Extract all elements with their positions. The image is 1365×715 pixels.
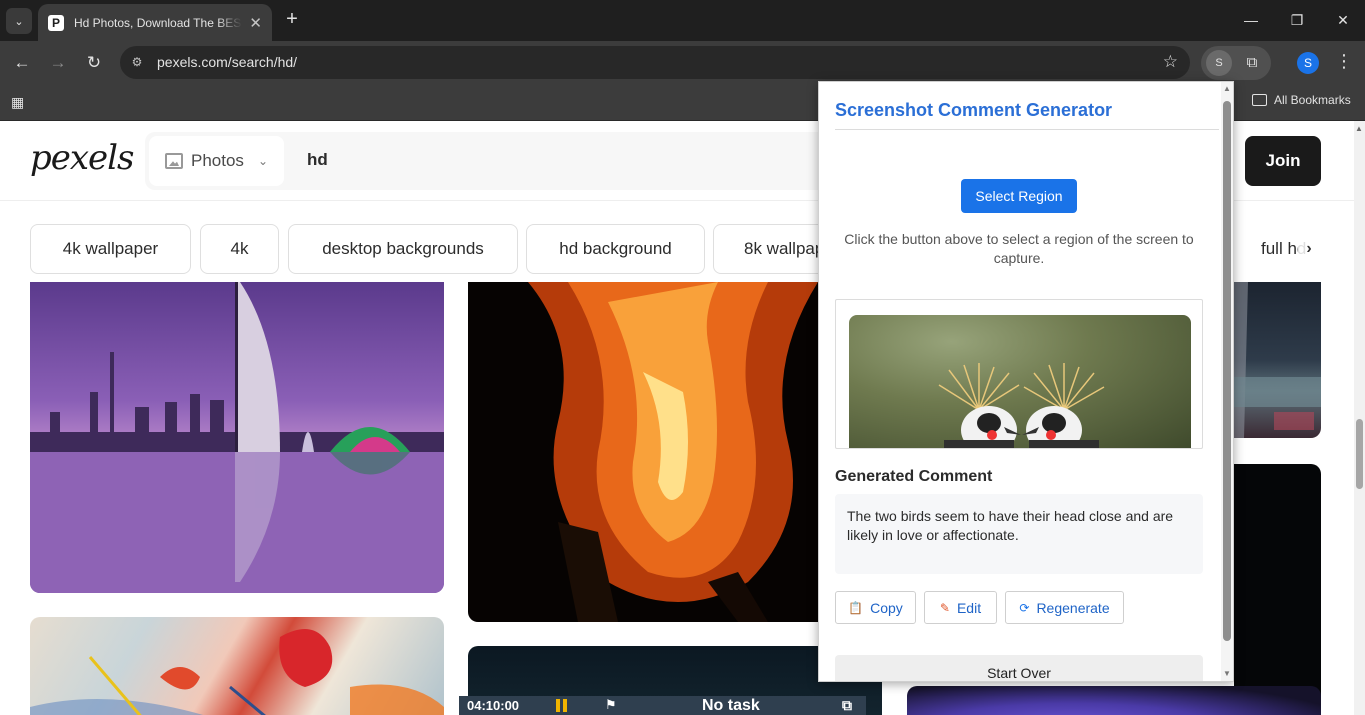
- popup-scrollbar-thumb[interactable]: [1223, 101, 1231, 641]
- divider: [835, 129, 1219, 130]
- bookmark-star-icon[interactable]: ☆: [1163, 52, 1178, 72]
- captured-image-crowned-cranes: [849, 315, 1191, 448]
- pause-icon[interactable]: [556, 699, 568, 712]
- tab-strip: ⌄ P Hd Photos, Download The BEST Free Hd…: [0, 0, 1365, 41]
- photo-space[interactable]: [1234, 464, 1321, 715]
- minimize-icon[interactable]: —: [1239, 8, 1263, 32]
- capture-preview: [835, 299, 1203, 449]
- pexels-logo[interactable]: pexels: [30, 138, 135, 178]
- active-tab[interactable]: P Hd Photos, Download The BEST Free Hd S…: [38, 4, 272, 41]
- search-bar: Photos ⌄ hd: [145, 132, 845, 190]
- scroll-up-icon[interactable]: ▲: [1223, 84, 1231, 93]
- menu-kebab-icon[interactable]: ⋮: [1335, 51, 1353, 72]
- address-bar[interactable]: ⚙ pexels.com/search/hd/ ☆: [120, 46, 1190, 79]
- timer-time: 04:10:00: [467, 698, 520, 713]
- chip[interactable]: 4k wallpaper: [30, 224, 191, 274]
- generated-comment-heading: Generated Comment: [835, 468, 993, 485]
- screen: ⌄ P Hd Photos, Download The BEST Free Hd…: [0, 0, 1365, 715]
- popup-title: Screenshot Comment Generator: [835, 100, 1113, 120]
- flag-icon[interactable]: ⚑: [605, 697, 617, 713]
- tab-title: Hd Photos, Download The BEST Free Hd Sto…: [74, 15, 242, 30]
- restore-icon[interactable]: ❐: [1285, 8, 1309, 32]
- site-info-icon[interactable]: ⚙: [128, 53, 146, 71]
- scroll-down-icon[interactable]: ▼: [1223, 669, 1231, 678]
- regenerate-button[interactable]: ⟳ Regenerate: [1005, 591, 1124, 624]
- refresh-icon: ⟳: [1019, 600, 1030, 615]
- extensions-group: S ⧉: [1201, 46, 1271, 80]
- scroll-up-icon[interactable]: ▲: [1355, 124, 1363, 133]
- page-scrollbar-thumb[interactable]: [1356, 419, 1363, 489]
- timer-task[interactable]: No task: [702, 697, 760, 715]
- clipboard-icon: 📋: [848, 600, 864, 615]
- folder-icon: [1252, 94, 1267, 106]
- forward-icon[interactable]: →: [46, 51, 70, 75]
- extension-popup: Screenshot Comment Generator Select Regi…: [818, 81, 1234, 682]
- page-scrollbar[interactable]: ▲: [1354, 121, 1365, 715]
- image-icon: [165, 153, 183, 169]
- chip[interactable]: 4k: [200, 224, 279, 274]
- extension-s-icon[interactable]: S: [1206, 50, 1232, 76]
- chevron-right-icon[interactable]: ›: [1298, 237, 1320, 261]
- tab-search-icon[interactable]: ⌄: [6, 8, 32, 34]
- popup-body: Screenshot Comment Generator Select Regi…: [819, 82, 1221, 681]
- puzzle-icon[interactable]: ⧉: [1241, 52, 1263, 74]
- search-input[interactable]: hd: [307, 150, 328, 170]
- copy-label: Copy: [870, 599, 903, 616]
- chevron-down-icon: ⌄: [257, 154, 268, 168]
- timer-widget: 04:10:00 ⚑ No task ⧉: [459, 696, 866, 715]
- profile-avatar[interactable]: S: [1297, 52, 1319, 74]
- search-type-dropdown[interactable]: Photos ⌄: [149, 136, 284, 186]
- all-bookmarks[interactable]: All Bookmarks: [1252, 93, 1351, 107]
- generated-comment-text: The two birds seem to have their head cl…: [835, 494, 1203, 574]
- open-external-icon[interactable]: ⧉: [842, 697, 852, 714]
- new-tab-icon[interactable]: +: [280, 8, 304, 32]
- url-text[interactable]: pexels.com/search/hd/: [157, 54, 297, 70]
- tab-close-icon[interactable]: ✕: [249, 14, 262, 32]
- photo-night-tower[interactable]: [1234, 282, 1321, 438]
- chip[interactable]: hd background: [526, 224, 705, 274]
- apps-grid-icon[interactable]: ▦: [11, 93, 29, 111]
- regenerate-label: Regenerate: [1036, 599, 1110, 616]
- popup-scrollbar[interactable]: ▲ ▼: [1221, 82, 1233, 681]
- photo-jellyfish[interactable]: [907, 686, 1321, 715]
- select-region-button[interactable]: Select Region: [961, 179, 1077, 213]
- all-bookmarks-label: All Bookmarks: [1274, 93, 1351, 107]
- chip[interactable]: desktop backgrounds: [288, 224, 518, 274]
- edit-button[interactable]: ✎ Edit: [924, 591, 997, 624]
- pencil-icon: ✎: [939, 600, 950, 615]
- photo-abstract-painting[interactable]: [30, 617, 444, 715]
- window-close-icon[interactable]: ✕: [1331, 8, 1355, 32]
- instructions-text: Click the button above to select a regio…: [844, 231, 1194, 266]
- edit-label: Edit: [956, 599, 982, 616]
- search-type-label: Photos: [191, 151, 244, 170]
- reload-icon[interactable]: ↻: [82, 51, 106, 75]
- photo-dubai-skyline[interactable]: [30, 282, 444, 593]
- pexels-favicon-icon: P: [48, 14, 64, 31]
- copy-button[interactable]: 📋 Copy: [835, 591, 916, 624]
- join-button[interactable]: Join: [1245, 136, 1321, 186]
- start-over-button[interactable]: Start Over: [835, 655, 1203, 681]
- back-icon[interactable]: ←: [10, 51, 34, 75]
- browser-toolbar: ← → ↻ ⚙ pexels.com/search/hd/ ☆ S ⧉ S ⋮: [0, 41, 1365, 85]
